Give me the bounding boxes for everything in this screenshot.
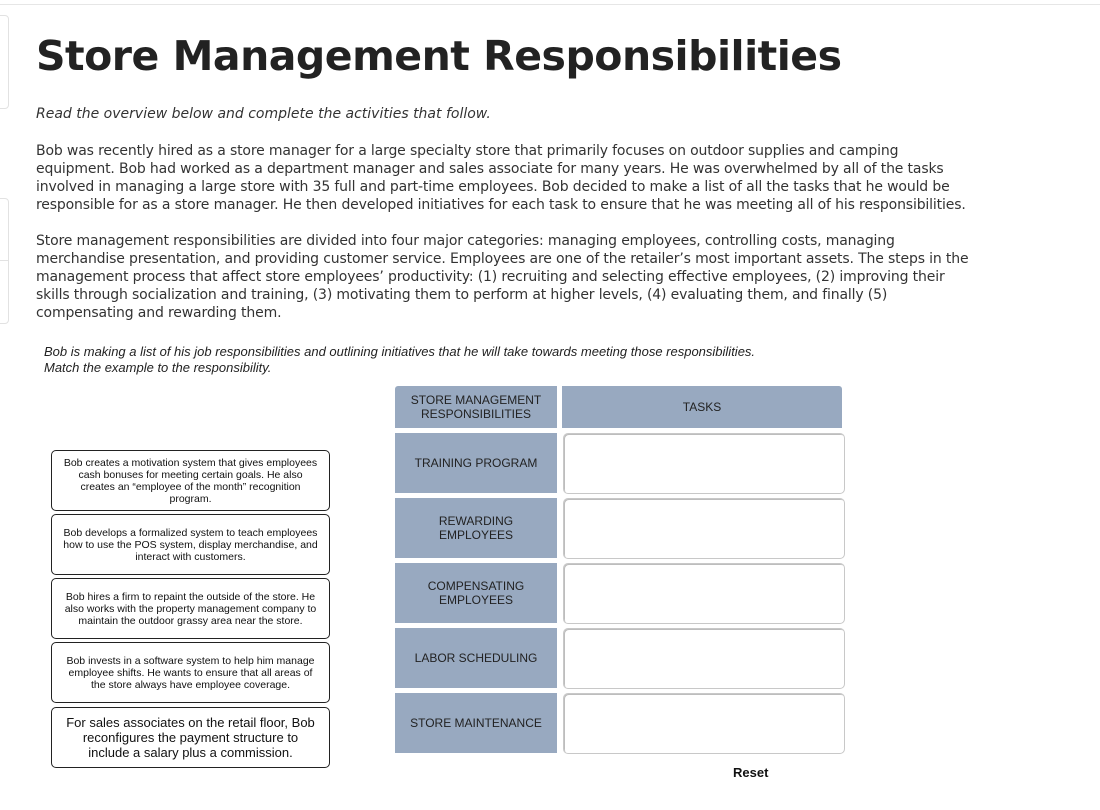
responsibility-label: REWARDING EMPLOYEES xyxy=(395,498,557,558)
task-drop-zone[interactable] xyxy=(563,433,845,494)
activity-instructions: Bob is making a list of his job responsi… xyxy=(44,344,755,376)
draggable-card[interactable]: Bob creates a motivation system that giv… xyxy=(51,450,330,511)
intro-text: Read the overview below and complete the… xyxy=(36,106,491,122)
side-panel[interactable] xyxy=(0,198,9,262)
responsibility-label: STORE MAINTENANCE xyxy=(395,693,557,753)
column-header-responsibilities: STORE MANAGEMENT RESPONSIBILITIES xyxy=(395,386,557,428)
page-title: Store Management Responsibilities xyxy=(36,32,842,80)
draggable-card[interactable]: For sales associates on the retail floor… xyxy=(51,707,330,768)
top-divider xyxy=(0,4,1100,5)
task-drop-zone[interactable] xyxy=(563,693,845,754)
side-panel[interactable] xyxy=(0,15,9,109)
instructions-line: Match the example to the responsibility. xyxy=(44,360,272,375)
draggable-card[interactable]: Bob develops a formalized system to teac… xyxy=(51,514,330,575)
draggable-card[interactable]: Bob invests in a software system to help… xyxy=(51,642,330,703)
side-panel[interactable] xyxy=(0,260,9,324)
overview-paragraph: Store management responsibilities are di… xyxy=(36,233,969,321)
responsibility-label: COMPENSATING EMPLOYEES xyxy=(395,563,557,623)
instructions-line: Bob is making a list of his job responsi… xyxy=(44,344,756,359)
task-drop-zone[interactable] xyxy=(563,498,845,559)
task-drop-zone[interactable] xyxy=(563,628,845,689)
column-header-tasks: TASKS xyxy=(562,386,842,428)
reset-button[interactable]: Reset xyxy=(733,765,768,780)
task-drop-zone[interactable] xyxy=(563,563,845,624)
responsibility-label: LABOR SCHEDULING xyxy=(395,628,557,688)
draggable-card[interactable]: Bob hires a firm to repaint the outside … xyxy=(51,578,330,639)
responsibility-label: TRAINING PROGRAM xyxy=(395,433,557,493)
overview-paragraph: Bob was recently hired as a store manage… xyxy=(36,143,966,213)
